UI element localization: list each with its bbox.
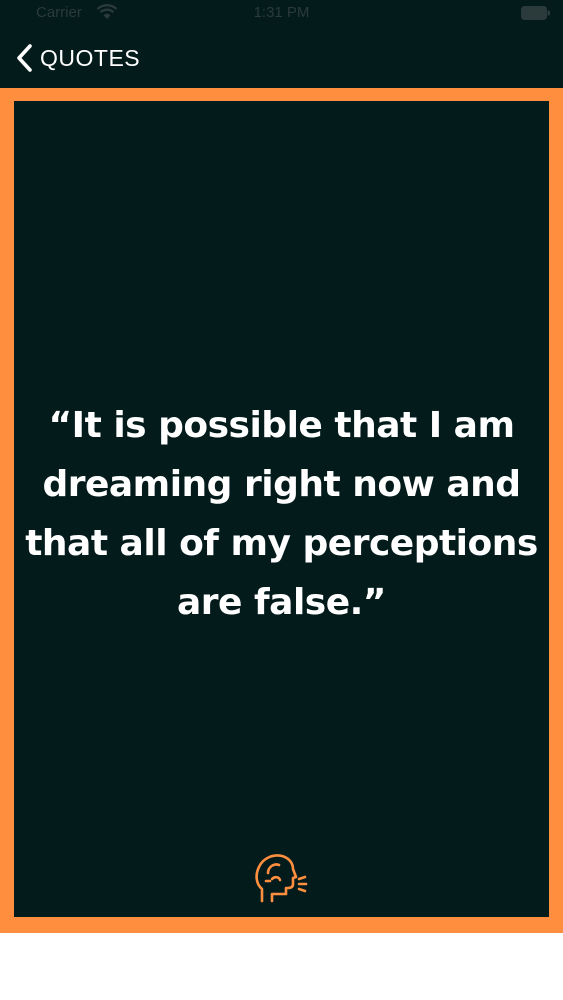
top-bar: Carrier 1:31 PM QUOTES bbox=[0, 0, 563, 88]
chevron-left-icon bbox=[17, 44, 32, 72]
navigation-bar: QUOTES bbox=[0, 28, 563, 88]
quote-text: “It is possible that I am dreaming right… bbox=[25, 405, 538, 623]
app-screen: Carrier 1:31 PM QUOTES “It is possible t… bbox=[0, 0, 563, 1000]
back-button[interactable]: QUOTES bbox=[14, 40, 140, 76]
status-time: 1:31 PM bbox=[253, 4, 310, 21]
status-bar: Carrier 1:31 PM bbox=[0, 0, 563, 28]
back-button-label: QUOTES bbox=[40, 44, 141, 71]
speaking-head-icon bbox=[255, 854, 308, 903]
battery-icon bbox=[521, 6, 550, 20]
quote-card: “It is possible that I am dreaming right… bbox=[14, 101, 549, 917]
quote-card-frame: “It is possible that I am dreaming right… bbox=[0, 88, 563, 933]
